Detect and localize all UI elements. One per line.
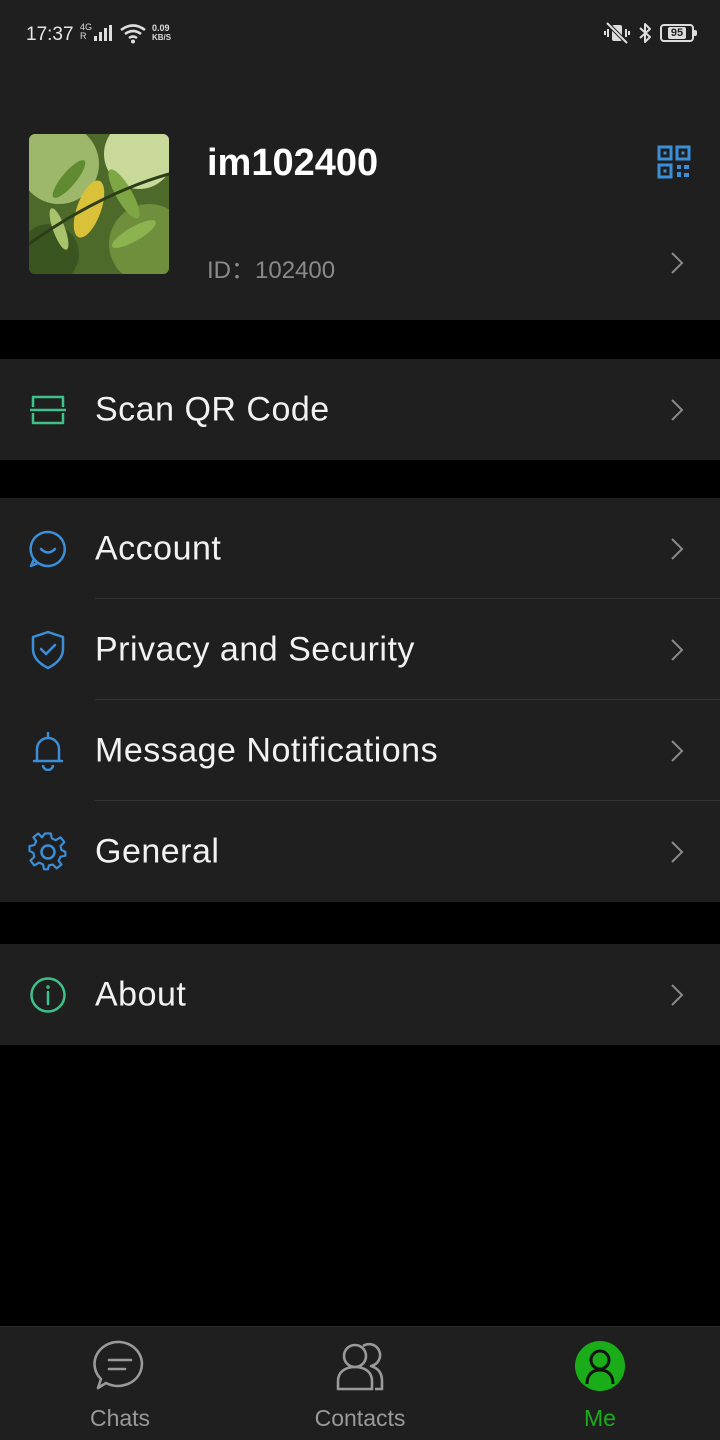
tab-label: Contacts (314, 1405, 406, 1431)
avatar[interactable] (29, 134, 169, 274)
cellular-signal-icon: 4G R (80, 23, 113, 41)
bluetooth-icon (639, 23, 651, 43)
menu-item-label: Account (95, 529, 222, 567)
chevron-right-icon (671, 252, 684, 274)
tab-chats[interactable]: Chats (0, 1327, 240, 1440)
shield-check-icon (28, 630, 68, 670)
menu-item-label: Message Notifications (95, 731, 439, 769)
settings-section: Account Privacy and Security Message Not… (0, 498, 720, 902)
chevron-right-icon (671, 537, 684, 560)
chevron-right-icon (671, 840, 684, 863)
profile-header[interactable]: im102400 ID：102400 (0, 70, 720, 320)
chat-bubble-icon (93, 1340, 144, 1390)
gear-icon (28, 831, 68, 872)
smiley-icon (28, 529, 68, 569)
scan-section: Scan QR Code (0, 359, 720, 460)
bottom-tab-bar: Chats Contacts Me (0, 1326, 720, 1440)
contacts-icon (336, 1342, 384, 1391)
menu-item-general[interactable]: General (0, 801, 720, 902)
battery-level: 95 (667, 27, 687, 39)
menu-item-scan-qr-code[interactable]: Scan QR Code (0, 359, 720, 460)
tab-label: Me (584, 1405, 616, 1431)
chevron-right-icon (671, 983, 684, 1006)
menu-item-about[interactable]: About (0, 944, 720, 1045)
menu-item-label: Scan QR Code (95, 390, 330, 428)
person-icon (575, 1341, 625, 1391)
menu-item-label: About (95, 975, 187, 1013)
menu-item-label: Privacy and Security (95, 630, 415, 668)
tab-me[interactable]: Me (480, 1327, 720, 1440)
tab-contacts[interactable]: Contacts (240, 1327, 480, 1440)
menu-item-label: General (95, 832, 220, 870)
info-icon (28, 975, 68, 1015)
menu-item-account[interactable]: Account (0, 498, 720, 599)
tab-label: Chats (89, 1405, 151, 1431)
chevron-right-icon (671, 398, 684, 421)
profile-username: im102400 (207, 142, 379, 184)
profile-id: ID：102400 (207, 257, 336, 284)
battery-icon: 95 (660, 24, 697, 42)
status-time: 17:37 (26, 24, 74, 45)
status-bar: 17:37 4G R 0.09 KB/S 95 (0, 0, 720, 70)
roaming-indicator: R (80, 31, 87, 41)
qr-code-icon[interactable] (656, 144, 692, 180)
scan-icon (28, 390, 68, 430)
chevron-right-icon (671, 638, 684, 661)
menu-item-message-notifications[interactable]: Message Notifications (0, 700, 720, 801)
bell-icon (28, 731, 68, 771)
about-section: About (0, 944, 720, 1045)
chevron-right-icon (671, 739, 684, 762)
wifi-icon (120, 24, 146, 44)
vibrate-off-icon (604, 22, 630, 44)
network-speed: 0.09 KB/S (152, 23, 172, 42)
menu-item-privacy-and-security[interactable]: Privacy and Security (0, 599, 720, 700)
